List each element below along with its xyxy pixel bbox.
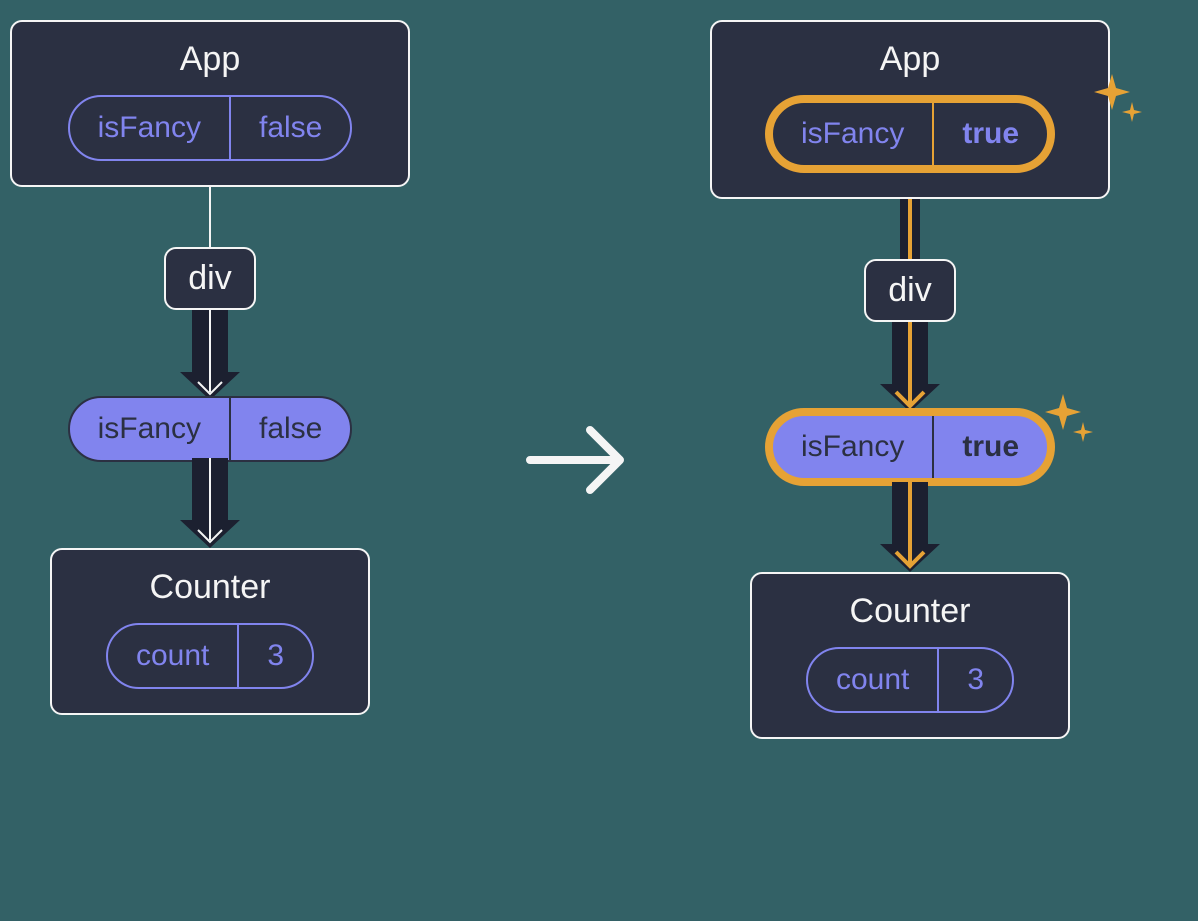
tree-after: App isFancy true div isFancy tru (710, 20, 1110, 739)
counter-state-value: 3 (939, 649, 1012, 711)
counter-node: Counter count 3 (750, 572, 1070, 739)
tree-before: App isFancy false div isFancy false Coun… (10, 20, 410, 715)
div-node: div (864, 259, 955, 322)
div-node: div (164, 247, 255, 310)
arrow-down-2-halo (880, 482, 940, 572)
passed-prop-pill-updated: isFancy true (765, 408, 1055, 486)
passed-prop-key: isFancy (70, 398, 231, 460)
passed-prop-value: true (934, 416, 1047, 478)
sparkle-icon (1094, 74, 1144, 139)
sparkle-icon (1045, 394, 1095, 459)
app-state-pill: isFancy false (68, 95, 353, 161)
connector-line (209, 187, 211, 247)
arrow-down-2 (180, 458, 240, 548)
counter-state-pill: count 3 (806, 647, 1014, 713)
connector-halo (890, 199, 930, 259)
app-title: App (180, 40, 241, 79)
app-node: App isFancy false (10, 20, 410, 187)
counter-node: Counter count 3 (50, 548, 370, 715)
arrow-down-1-halo (880, 322, 940, 412)
arrow-down-1 (180, 310, 240, 400)
counter-state-pill: count 3 (106, 623, 314, 689)
transition-arrow-icon (520, 420, 640, 505)
passed-prop-wrapper: isFancy true (765, 412, 1055, 482)
counter-state-value: 3 (239, 625, 312, 687)
app-node: App isFancy true (710, 20, 1110, 199)
passed-prop-pill: isFancy false (68, 396, 353, 462)
app-state-value: true (934, 103, 1047, 165)
counter-title: Counter (150, 568, 271, 607)
passed-prop-value: false (231, 398, 350, 460)
div-label: div (888, 271, 931, 310)
counter-state-key: count (108, 625, 239, 687)
passed-prop-key: isFancy (773, 416, 934, 478)
app-state-value: false (231, 97, 350, 159)
counter-state-key: count (808, 649, 939, 711)
counter-title: Counter (850, 592, 971, 631)
app-state-key: isFancy (773, 103, 934, 165)
app-state-pill-updated: isFancy true (765, 95, 1055, 173)
app-title: App (880, 40, 941, 79)
app-state-key: isFancy (70, 97, 231, 159)
div-label: div (188, 259, 231, 298)
